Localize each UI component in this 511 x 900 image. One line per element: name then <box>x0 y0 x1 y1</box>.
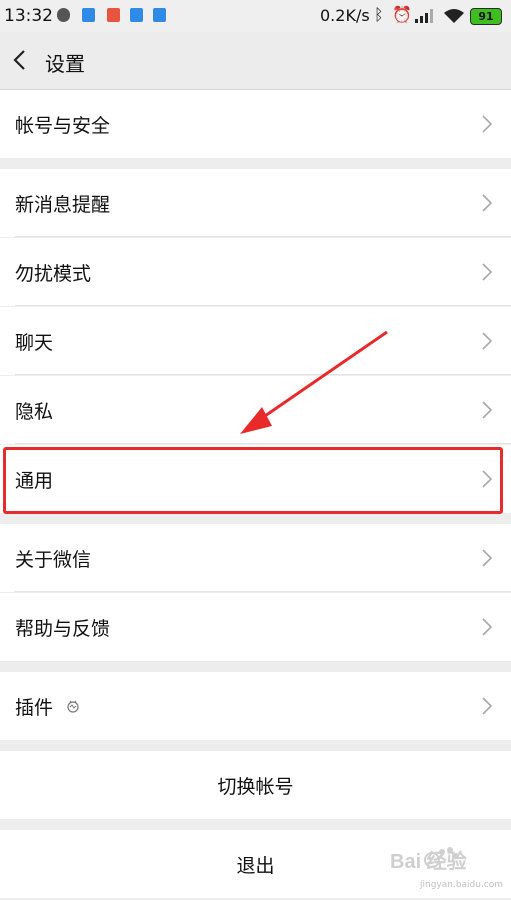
divider <box>15 305 511 306</box>
divider <box>15 591 511 592</box>
chevron-right-icon <box>482 401 493 419</box>
logout-label: 退出 <box>236 855 275 877</box>
chevron-right-icon <box>482 332 493 350</box>
settings-item-do-not-disturb[interactable]: 勿扰模式 <box>0 238 511 306</box>
settings-item-about[interactable]: 关于微信 <box>0 524 511 592</box>
settings-item-new-message-alert[interactable]: 新消息提醒 <box>0 169 511 237</box>
watermark-url: jingyan.baidu.com <box>420 880 504 890</box>
status-bar: 13:32 0.2K/s ᛒ ⏰ 91 <box>0 0 511 32</box>
chevron-right-icon <box>482 697 493 715</box>
settings-item-label: 帐号与安全 <box>15 115 111 137</box>
battery-icon: 91 <box>470 8 502 25</box>
network-speed: 0.2K/s <box>320 6 370 25</box>
chevron-right-icon <box>482 115 493 133</box>
settings-item-label: 关于微信 <box>15 549 92 571</box>
app-icon <box>107 8 120 22</box>
page-title: 设置 <box>45 52 85 76</box>
settings-item-label: 帮助与反馈 <box>15 618 111 640</box>
settings-item-label: 插件 <box>15 697 54 719</box>
status-time: 13:32 <box>4 6 53 26</box>
settings-item-plugins[interactable]: 插件 <box>0 672 511 740</box>
divider <box>15 443 511 444</box>
settings-item-label: 聊天 <box>15 332 54 354</box>
plugin-icon <box>67 700 79 713</box>
settings-item-privacy[interactable]: 隐私 <box>0 376 511 444</box>
settings-item-account-security[interactable]: 帐号与安全 <box>0 90 511 158</box>
signal-icon <box>415 9 433 23</box>
bluetooth-icon: ᛒ <box>374 5 384 24</box>
chevron-right-icon <box>482 194 493 212</box>
chevron-right-icon <box>482 618 493 636</box>
settings-item-label: 隐私 <box>15 401 54 423</box>
chevron-right-icon <box>482 470 493 488</box>
chevron-right-icon <box>482 549 493 567</box>
doc-icon <box>153 8 166 22</box>
doc-icon <box>130 8 143 22</box>
settings-item-chat[interactable]: 聊天 <box>0 307 511 375</box>
settings-item-label: 通用 <box>15 470 54 492</box>
alarm-icon: ⏰ <box>392 5 412 24</box>
divider <box>15 374 511 375</box>
settings-item-label: 新消息提醒 <box>15 194 111 216</box>
settings-item-label: 勿扰模式 <box>15 263 92 285</box>
settings-item-general[interactable]: 通用 <box>0 445 511 513</box>
shield-icon <box>57 8 70 22</box>
switch-account-button[interactable]: 切换帐号 <box>0 751 511 819</box>
doc-icon <box>82 8 95 22</box>
settings-item-help-feedback[interactable]: 帮助与反馈 <box>0 593 511 661</box>
switch-account-label: 切换帐号 <box>217 776 294 798</box>
divider <box>15 236 511 237</box>
wifi-icon <box>444 9 464 23</box>
title-bar: 设置 <box>0 32 511 90</box>
chevron-right-icon <box>482 263 493 281</box>
back-button[interactable] <box>8 46 36 74</box>
